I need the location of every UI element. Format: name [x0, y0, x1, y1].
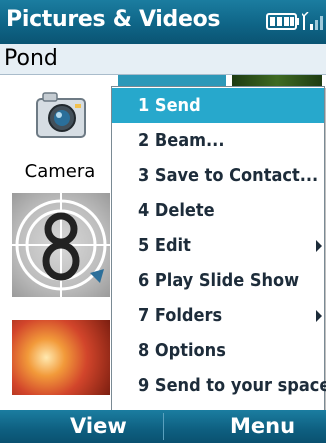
countdown-image [12, 193, 110, 297]
menu-item-label: 9 Send to your space [138, 375, 326, 396]
menu-item-label: 1 Send [138, 95, 201, 116]
menu-item[interactable]: 1 Send [112, 88, 324, 123]
menu-item[interactable]: 4 Delete [112, 193, 324, 228]
menu-item-label: 7 Folders [138, 305, 223, 326]
app-title: Pictures & Videos [6, 7, 221, 32]
folder-bar[interactable]: Pond [0, 44, 326, 75]
submenu-arrow-icon [316, 310, 322, 322]
context-menu: 1 Send 2 Beam... 3 Save to Contact... 4 Del… [111, 86, 326, 412]
softkey-bar: View Menu [0, 410, 326, 443]
menu-item[interactable]: 9 Send to your space [112, 368, 326, 403]
video-thumbnail-countdown[interactable] [12, 193, 110, 297]
menu-item-label: 3 Save to Contact... [138, 165, 319, 186]
menu-item[interactable]: 6 Play Slide Show [112, 263, 324, 298]
menu-item-label: 4 Delete [138, 200, 215, 221]
title-bar: Pictures & Videos [0, 0, 326, 44]
photo-thumbnail-flower[interactable] [12, 320, 110, 395]
softkey-divider [163, 413, 164, 440]
submenu-arrow-icon [316, 240, 322, 252]
battery-icon [266, 13, 299, 30]
menu-item-label: 6 Play Slide Show [138, 270, 300, 291]
signal-icon [302, 12, 323, 30]
view-softkey[interactable]: View [70, 414, 127, 438]
folder-name: Pond [4, 46, 58, 71]
menu-item-label: 8 Options [138, 340, 226, 361]
menu-item[interactable]: 2 Beam... [112, 123, 324, 158]
menu-item[interactable]: 7 Folders [112, 298, 324, 333]
menu-softkey[interactable]: Menu [230, 414, 295, 438]
camera-icon [36, 92, 86, 138]
camera-label: Camera [24, 161, 96, 182]
menu-item[interactable]: 3 Save to Contact... [112, 158, 324, 193]
menu-item-label: 2 Beam... [138, 130, 225, 151]
menu-item-label: 5 Edit [138, 235, 191, 256]
menu-item[interactable]: 5 Edit [112, 228, 324, 263]
menu-item[interactable]: 8 Options [112, 333, 324, 368]
camera-thumbnail[interactable]: Camera [10, 75, 110, 190]
